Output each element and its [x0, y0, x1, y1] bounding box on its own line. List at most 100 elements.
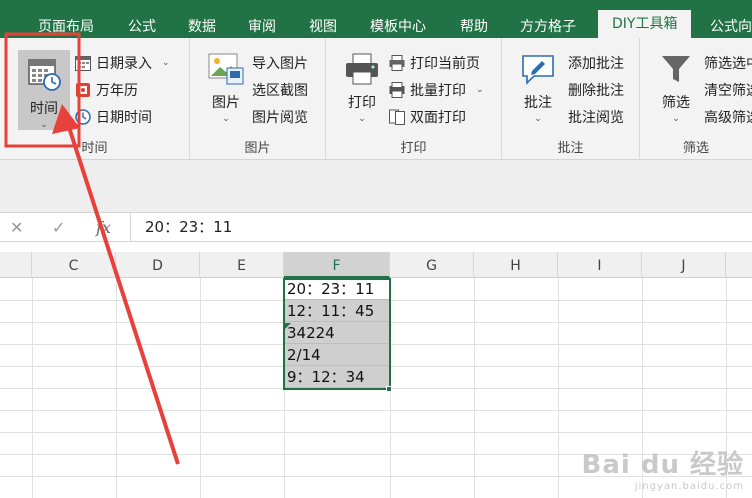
delete-comment-button[interactable]: 删除批注 — [568, 79, 624, 101]
formula-buttons: ✕ ✓ fx — [0, 213, 128, 241]
grid-line — [0, 432, 752, 433]
date-entry-label: 日期录入 — [96, 56, 152, 72]
tab-template-center[interactable]: 模板中心 — [370, 0, 426, 38]
tab-formula-wizard[interactable]: 公式向 — [710, 0, 752, 38]
comment-viewer-button[interactable]: 批注阅览 — [568, 106, 624, 128]
filter-group: 筛选 ⌄ 筛选选中 清空筛选 高级筛选 筛选 — [640, 38, 752, 160]
clear-filter-button[interactable]: 清空筛选 — [704, 79, 752, 101]
corner-cell[interactable] — [0, 252, 32, 278]
tab-view[interactable]: 视图 — [309, 0, 337, 38]
picture-button[interactable]: 图片 ⌄ — [204, 52, 248, 124]
tab-data[interactable]: 数据 — [188, 0, 216, 38]
fill-handle[interactable] — [386, 386, 392, 392]
perpetual-calendar-icon — [76, 83, 90, 97]
filter-selected-button[interactable]: 筛选选中 — [704, 52, 752, 74]
watermark-sub: jingyan.baidu.com — [634, 481, 744, 492]
advanced-filter-button[interactable]: 高级筛选 — [704, 106, 752, 128]
comment-icon — [522, 55, 554, 85]
chevron-down-icon: ⌄ — [672, 114, 680, 124]
batch-print-button[interactable]: 批量打印 ⌄ — [388, 79, 484, 101]
print-button-label: 打印 — [348, 95, 376, 111]
calendar-icon — [75, 56, 91, 71]
picture-button-label: 图片 — [212, 95, 240, 111]
tab-fangfang-gezi[interactable]: 方方格子 — [520, 0, 576, 38]
date-time-button[interactable]: 日期时间 — [74, 106, 152, 128]
watermark: Bai du 经验 jingyan.baidu.com — [582, 444, 745, 492]
date-time-label: 日期时间 — [96, 110, 152, 126]
comment-button[interactable]: 批注 ⌄ — [516, 52, 560, 124]
calendar-clock-icon — [28, 59, 61, 91]
printer-icon — [346, 53, 378, 85]
filter-icon — [662, 56, 690, 82]
batch-print-label: 批量打印 — [410, 83, 466, 99]
chevron-down-icon: ⌄ — [476, 85, 484, 95]
column-header-c[interactable]: C — [32, 252, 116, 278]
add-comment-label: 添加批注 — [568, 56, 624, 72]
comment-button-label: 批注 — [524, 95, 552, 111]
column-header-j[interactable]: J — [642, 252, 726, 278]
clear-filter-label: 清空筛选 — [704, 83, 752, 99]
comment-group-label: 批注 — [557, 141, 584, 156]
grid-line — [474, 278, 475, 498]
tab-formulas[interactable]: 公式 — [128, 0, 156, 38]
time-group-label: 时间 — [81, 141, 108, 156]
advanced-filter-label: 高级筛选 — [704, 110, 752, 126]
ribbon-tab-bar: 页面布局 公式 数据 审阅 视图 模板中心 帮助 方方格子 DIY工具箱 公式向 — [0, 0, 752, 38]
grid-line — [0, 410, 752, 411]
filter-button-label: 筛选 — [662, 95, 690, 111]
picture-group-label: 图片 — [244, 141, 271, 156]
filter-selected-label: 筛选选中 — [704, 56, 752, 72]
ribbon-gap — [0, 160, 752, 212]
formula-bar: ✕ ✓ fx 20：23：11 — [0, 212, 752, 242]
time-group: 时间 ⌄ 日期录入 ⌄ 万年历 日期时间 时间 — [0, 38, 190, 160]
time-button-label: 时间 — [30, 101, 58, 117]
picture-group: 图片 ⌄ 导入图片 选区截图 图片阅览 图片 — [190, 38, 326, 160]
time-button[interactable]: 时间 ⌄ — [18, 50, 70, 130]
fx-icon[interactable]: fx — [96, 218, 111, 237]
duplex-print-icon — [389, 109, 405, 125]
filter-button[interactable]: 筛选 ⌄ — [656, 52, 696, 124]
column-header-d[interactable]: D — [116, 252, 200, 278]
grid-line — [558, 278, 559, 498]
import-picture-button[interactable]: 导入图片 — [252, 52, 308, 74]
column-header-f[interactable]: F — [284, 252, 390, 278]
clock-icon — [75, 109, 91, 125]
column-header-g[interactable]: G — [390, 252, 474, 278]
comment-group: 批注 ⌄ 添加批注 删除批注 批注阅览 批注 — [502, 38, 640, 160]
chevron-down-icon: ⌄ — [534, 114, 542, 124]
grid-line — [32, 278, 33, 498]
chevron-down-icon: ⌄ — [222, 114, 230, 124]
perpetual-calendar-button[interactable]: 万年历 — [74, 79, 138, 101]
picture-viewer-label: 图片阅览 — [252, 110, 308, 126]
picture-icon — [208, 53, 244, 85]
tab-help[interactable]: 帮助 — [460, 0, 488, 38]
add-comment-button[interactable]: 添加批注 — [568, 52, 624, 74]
import-picture-label: 导入图片 — [252, 56, 308, 72]
batch-print-icon — [389, 82, 405, 98]
print-current-page-button[interactable]: 打印当前页 — [388, 52, 480, 74]
cancel-icon[interactable]: ✕ — [10, 218, 23, 237]
comment-viewer-label: 批注阅览 — [568, 110, 624, 126]
confirm-icon[interactable]: ✓ — [52, 218, 65, 237]
tab-diy-toolbox[interactable]: DIY工具箱 — [598, 10, 692, 38]
print-group: 打印 ⌄ 打印当前页 批量打印 ⌄ 双面打印 打印 — [326, 38, 502, 160]
formula-input[interactable]: 20：23：11 — [130, 213, 752, 241]
selection-border — [283, 278, 391, 390]
duplex-print-label: 双面打印 — [410, 110, 466, 126]
duplex-print-button[interactable]: 双面打印 — [388, 106, 466, 128]
date-entry-button[interactable]: 日期录入 ⌄ — [74, 52, 170, 74]
column-header-e[interactable]: E — [200, 252, 284, 278]
grid-line — [200, 278, 201, 498]
print-current-page-label: 打印当前页 — [410, 56, 480, 72]
column-headers: C D E F G H I J — [0, 252, 752, 278]
picture-viewer-button[interactable]: 图片阅览 — [252, 106, 308, 128]
region-screenshot-label: 选区截图 — [252, 83, 308, 99]
column-header-h[interactable]: H — [474, 252, 558, 278]
tab-page-layout[interactable]: 页面布局 — [38, 0, 94, 38]
chevron-down-icon: ⌄ — [40, 120, 48, 130]
region-screenshot-button[interactable]: 选区截图 — [252, 79, 308, 101]
column-header-i[interactable]: I — [558, 252, 642, 278]
tab-review[interactable]: 审阅 — [248, 0, 276, 38]
print-group-label: 打印 — [400, 141, 427, 156]
print-button[interactable]: 打印 ⌄ — [340, 52, 384, 124]
